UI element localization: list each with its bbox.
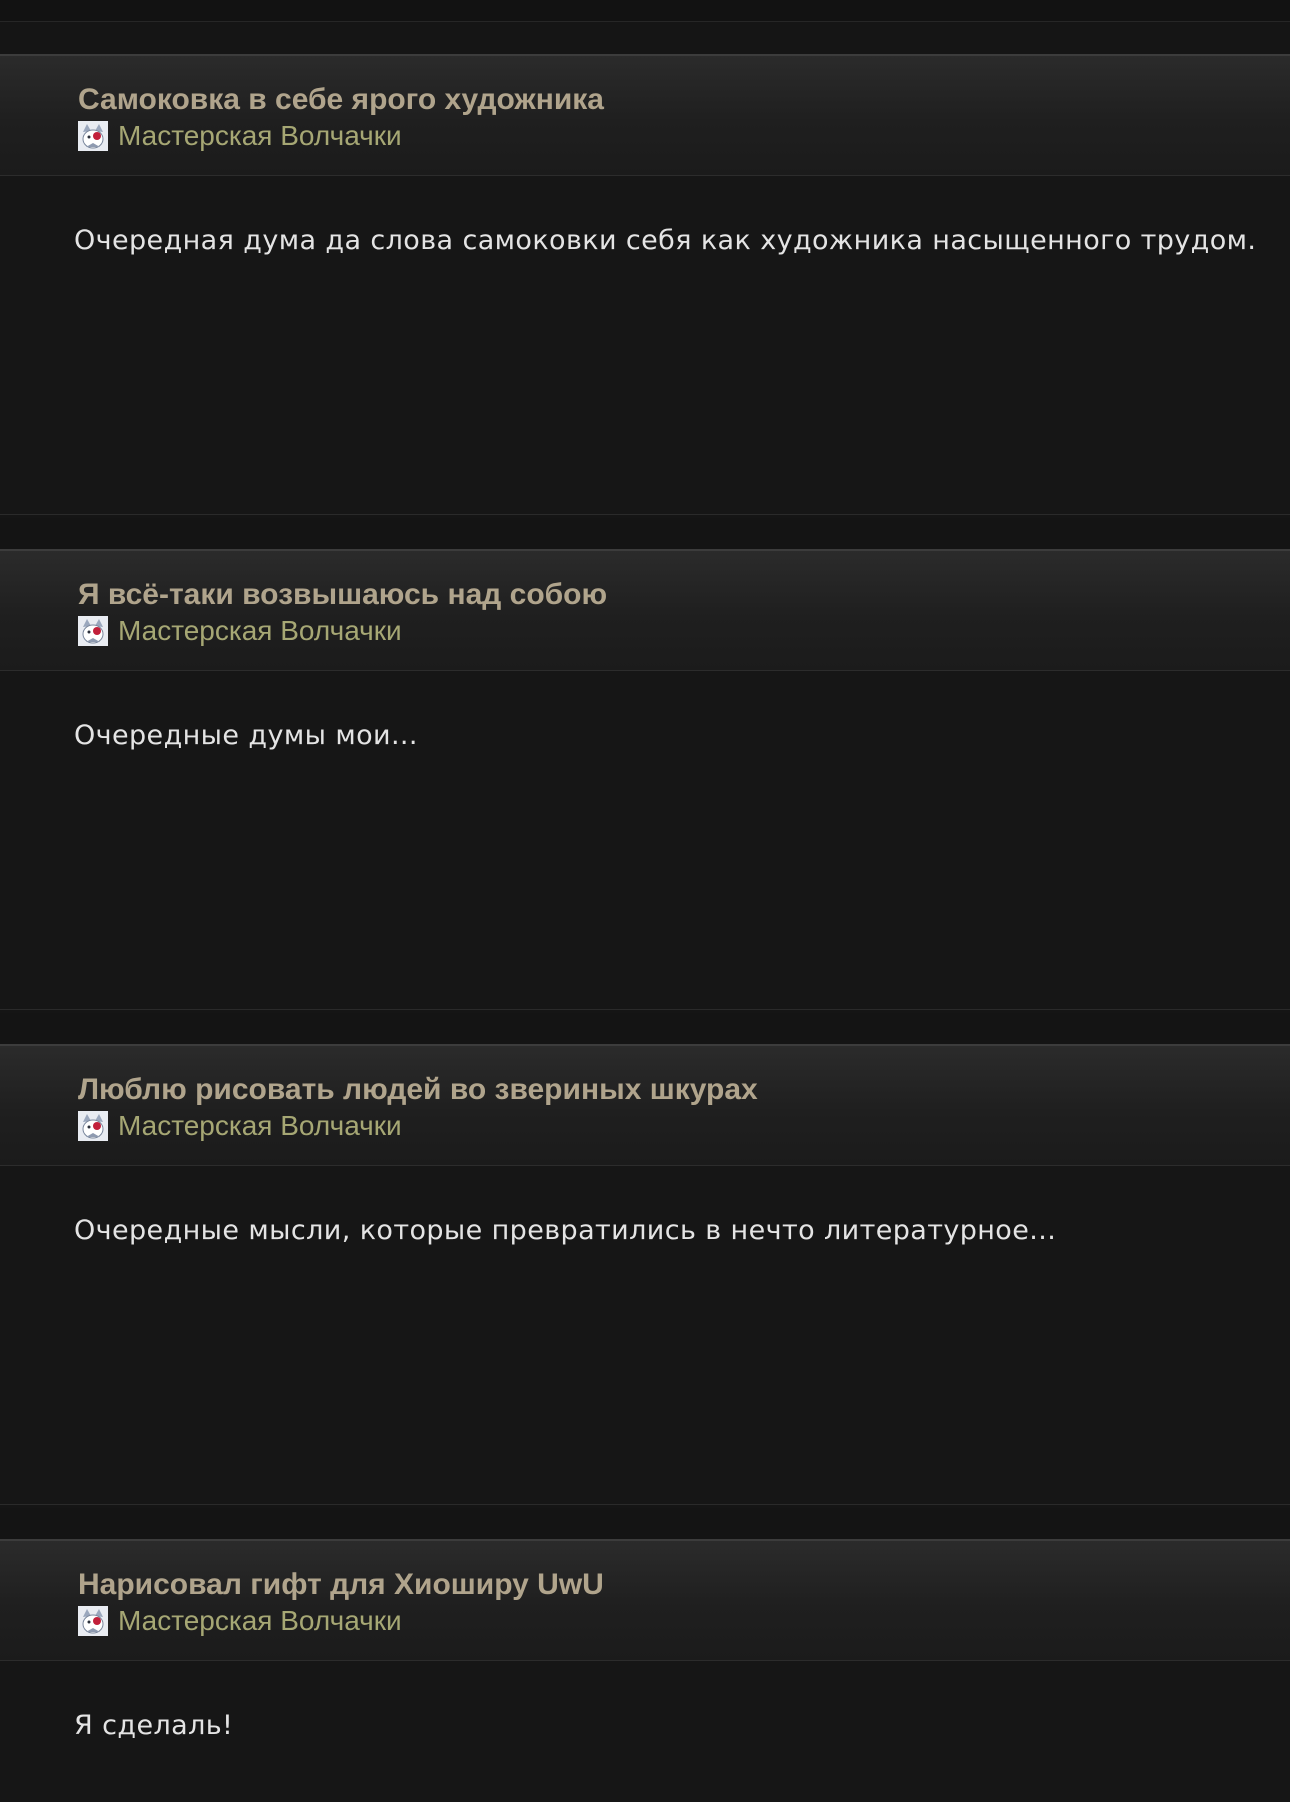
author-name: Мастерская Волчачки — [118, 120, 402, 151]
post-card: Самоковка в себе ярого художника Мастерс… — [0, 54, 1290, 522]
post-divider — [0, 518, 1290, 550]
author-name: Мастерская Волчачки — [118, 1110, 402, 1141]
post-divider — [0, 1508, 1290, 1540]
post-body: Очередная дума да слова самоковки себя к… — [0, 176, 1290, 515]
page: Самоковка в себе ярого художника Мастерс… — [0, 0, 1290, 1802]
post-author[interactable]: Мастерская Волчачки — [78, 120, 402, 152]
wolf-avatar-icon — [78, 1111, 108, 1141]
post-author[interactable]: Мастерская Волчачки — [78, 615, 402, 647]
post-divider — [0, 1013, 1290, 1045]
post-body: Очередные мысли, которые превратились в … — [0, 1166, 1290, 1505]
post-title[interactable]: Нарисовал гифт для Хиоширу UwU — [78, 1567, 604, 1603]
post-title[interactable]: Люблю рисовать людей во звериных шкурах — [78, 1072, 758, 1108]
post-header: Я всё-таки возвышаюсь над собою Мастерск… — [0, 549, 1290, 671]
post-title[interactable]: Я всё-таки возвышаюсь над собою — [78, 577, 607, 613]
author-name: Мастерская Волчачки — [118, 615, 402, 646]
wolf-avatar-icon — [78, 1606, 108, 1636]
wolf-avatar-icon — [78, 616, 108, 646]
post-author[interactable]: Мастерская Волчачки — [78, 1110, 402, 1142]
post-excerpt: Очередные думы мои... — [74, 720, 418, 751]
post-header: Нарисовал гифт для Хиоширу UwU Мастерска… — [0, 1539, 1290, 1661]
post-author[interactable]: Мастерская Волчачки — [78, 1605, 402, 1637]
post-body: Очередные думы мои... — [0, 671, 1290, 1010]
post-excerpt: Очередная дума да слова самоковки себя к… — [74, 225, 1257, 256]
top-strip — [0, 0, 1290, 22]
wolf-avatar-icon — [78, 121, 108, 151]
post-header: Люблю рисовать людей во звериных шкурах … — [0, 1044, 1290, 1166]
author-name: Мастерская Волчачки — [118, 1605, 402, 1636]
post-title[interactable]: Самоковка в себе ярого художника — [78, 82, 604, 118]
post-header: Самоковка в себе ярого художника Мастерс… — [0, 54, 1290, 176]
post-excerpt: Я сделаль! — [74, 1710, 234, 1741]
post-card: Я всё-таки возвышаюсь над собою Мастерск… — [0, 549, 1290, 1017]
post-card: Нарисовал гифт для Хиоширу UwU Мастерска… — [0, 1539, 1290, 1802]
post-card: Люблю рисовать людей во звериных шкурах … — [0, 1044, 1290, 1512]
post-excerpt: Очередные мысли, которые превратились в … — [74, 1215, 1057, 1246]
post-body: Я сделаль! — [0, 1661, 1290, 1802]
